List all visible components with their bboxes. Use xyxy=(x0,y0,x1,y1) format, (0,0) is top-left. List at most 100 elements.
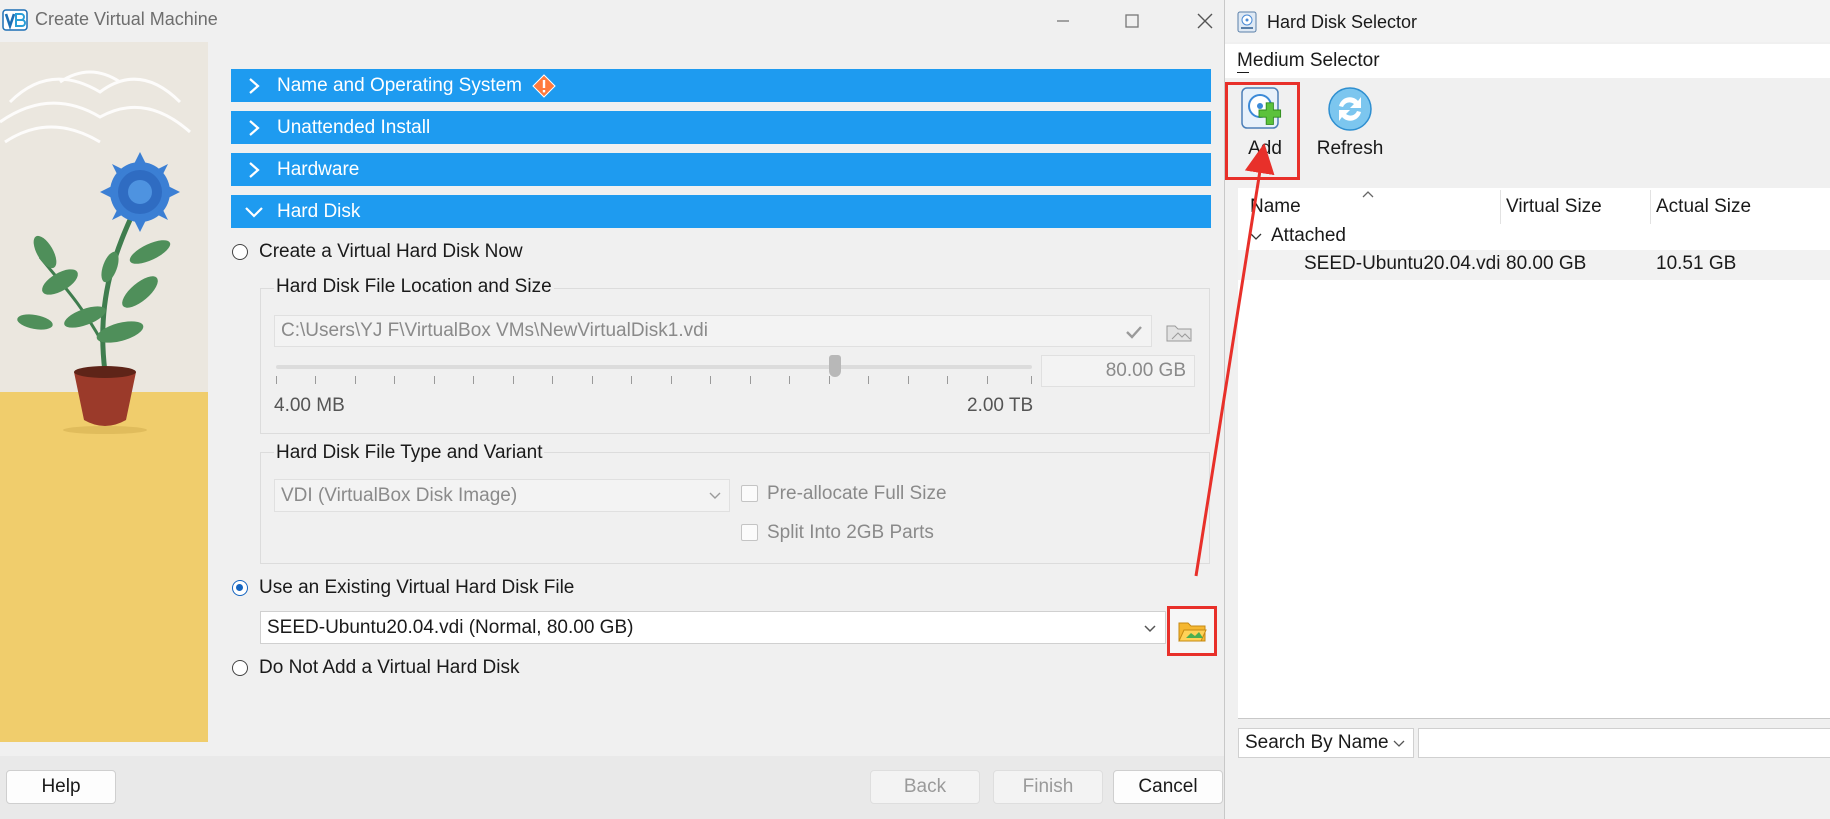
selector-titlebar: Hard Disk Selector xyxy=(1225,0,1830,42)
close-icon[interactable] xyxy=(1190,6,1220,36)
minimize-icon[interactable] xyxy=(1048,6,1078,36)
chevron-right-icon xyxy=(231,111,277,144)
hard-disk-icon xyxy=(1237,11,1257,33)
refresh-button[interactable]: Refresh xyxy=(1314,84,1386,180)
column-header-actual-size[interactable]: Actual Size xyxy=(1656,196,1751,218)
row-name: SEED-Ubuntu20.04.vdi xyxy=(1304,253,1501,274)
radio-use-existing-disk[interactable] xyxy=(232,580,248,596)
disk-size-field[interactable]: 80.00 GB xyxy=(1041,355,1195,387)
selector-menubar: Medium Selector xyxy=(1225,44,1830,78)
finish-button[interactable]: Finish xyxy=(993,770,1103,804)
add-highlight-annotation xyxy=(1225,82,1300,180)
search-row: Search By Name xyxy=(1238,728,1830,758)
disk-size-slider-thumb[interactable] xyxy=(829,355,841,377)
preallocate-checkbox[interactable] xyxy=(741,485,758,502)
slider-tick xyxy=(1031,376,1032,384)
slider-tick xyxy=(671,376,672,384)
file-type-select[interactable]: VDI (VirtualBox Disk Image) xyxy=(274,479,730,512)
slider-tick xyxy=(276,376,277,384)
chevron-right-icon xyxy=(231,153,277,186)
slider-tick xyxy=(394,376,395,384)
slider-tick xyxy=(710,376,711,384)
browse-location-icon[interactable] xyxy=(1162,314,1196,348)
slider-tick xyxy=(434,376,435,384)
radio-create-new-disk[interactable] xyxy=(232,244,248,260)
location-group-title: Hard Disk File Location and Size xyxy=(274,276,554,298)
disk-size-value: 80.00 GB xyxy=(1105,360,1186,381)
search-mode-select[interactable]: Search By Name xyxy=(1238,728,1414,758)
column-separator xyxy=(1650,190,1651,224)
preallocate-label: Pre-allocate Full Size xyxy=(767,483,947,504)
file-type-value: VDI (VirtualBox Disk Image) xyxy=(281,484,518,506)
section-unattended-install[interactable]: Unattended Install xyxy=(231,111,1211,144)
column-header-name[interactable]: Name xyxy=(1250,196,1301,218)
cancel-button[interactable]: Cancel xyxy=(1113,770,1223,804)
selector-toolbar: Add Refresh xyxy=(1225,78,1830,186)
existing-disk-combo[interactable]: SEED-Ubuntu20.04.vdi (Normal, 80.00 GB) xyxy=(260,611,1166,644)
existing-disk-value: SEED-Ubuntu20.04.vdi (Normal, 80.00 GB) xyxy=(267,616,634,638)
section-hard-disk[interactable]: Hard Disk xyxy=(231,195,1211,228)
section-name-and-os[interactable]: Name and Operating System xyxy=(231,69,1211,102)
column-header-virtual-size[interactable]: Virtual Size xyxy=(1506,196,1602,218)
disk-file-path-field[interactable]: C:\Users\YJ F\VirtualBox VMs\NewVirtualD… xyxy=(274,315,1152,347)
flower-pot-image xyxy=(0,42,208,742)
row-actual-size: 10.51 GB xyxy=(1656,253,1737,274)
slider-tick xyxy=(552,376,553,384)
split-2gb-label: Split Into 2GB Parts xyxy=(767,522,934,543)
section-label: Name and Operating System xyxy=(277,74,523,96)
slider-tick xyxy=(315,376,316,384)
slider-tick xyxy=(789,376,790,384)
disk-size-slider-track[interactable] xyxy=(276,365,1032,369)
slider-tick xyxy=(987,376,988,384)
chevron-down-icon[interactable] xyxy=(1250,232,1262,242)
mnemonic-underline xyxy=(1237,72,1249,73)
radio-no-disk[interactable] xyxy=(232,660,248,676)
column-separator xyxy=(1500,190,1501,224)
window-title: Create Virtual Machine xyxy=(35,9,218,29)
slider-tick xyxy=(592,376,593,384)
chevron-right-icon xyxy=(231,69,277,102)
section-label: Hard Disk xyxy=(277,200,361,222)
virtualbox-logo-icon xyxy=(2,9,28,31)
slider-tick xyxy=(829,376,830,384)
slider-tick xyxy=(868,376,869,384)
chevron-down-icon xyxy=(709,492,721,499)
wizard-illustration xyxy=(0,42,208,742)
slider-tick xyxy=(355,376,356,384)
slider-tick xyxy=(750,376,751,384)
search-mode-value: Search By Name xyxy=(1245,732,1389,753)
back-button[interactable]: Back xyxy=(870,770,980,804)
slider-tick xyxy=(908,376,909,384)
refresh-icon xyxy=(1328,87,1372,131)
slider-tick xyxy=(947,376,948,384)
help-button[interactable]: Help xyxy=(6,770,116,804)
menu-medium-selector[interactable]: Medium Selector xyxy=(1237,50,1380,72)
sort-ascending-icon xyxy=(1362,191,1374,198)
check-icon xyxy=(1126,326,1142,339)
search-input[interactable] xyxy=(1418,728,1830,758)
medium-tree[interactable]: Name Virtual Size Actual Size Attached S… xyxy=(1238,188,1830,719)
radio-existing-label: Use an Existing Virtual Hard Disk File xyxy=(259,577,575,598)
type-group-title: Hard Disk File Type and Variant xyxy=(274,442,545,464)
maximize-icon[interactable] xyxy=(1117,6,1147,36)
size-min-label: 4.00 MB xyxy=(274,395,345,416)
slider-tick xyxy=(631,376,632,384)
slider-tick xyxy=(513,376,514,384)
slider-tick xyxy=(473,376,474,384)
disk-file-path-value: C:\Users\YJ F\VirtualBox VMs\NewVirtualD… xyxy=(281,320,708,341)
chevron-down-icon xyxy=(1393,740,1405,747)
section-label: Unattended Install xyxy=(277,116,431,138)
section-hardware[interactable]: Hardware xyxy=(231,153,1211,186)
chevron-down-icon xyxy=(231,195,277,228)
refresh-label: Refresh xyxy=(1316,138,1384,159)
menu-medium-selector-label: Medium Selector xyxy=(1237,50,1380,71)
radio-create-label: Create a Virtual Hard Disk Now xyxy=(259,241,523,262)
selector-title: Hard Disk Selector xyxy=(1267,12,1418,32)
split-2gb-checkbox[interactable] xyxy=(741,524,758,541)
warning-icon xyxy=(532,73,556,98)
size-max-label: 2.00 TB xyxy=(967,395,1034,416)
hard-disk-selector-window: Hard Disk Selector Medium Selector Add R… xyxy=(1224,0,1830,819)
group-attached[interactable]: Attached xyxy=(1271,225,1346,247)
radio-no-disk-label: Do Not Add a Virtual Hard Disk xyxy=(259,657,520,678)
choose-disk-file-button[interactable] xyxy=(1167,606,1217,656)
